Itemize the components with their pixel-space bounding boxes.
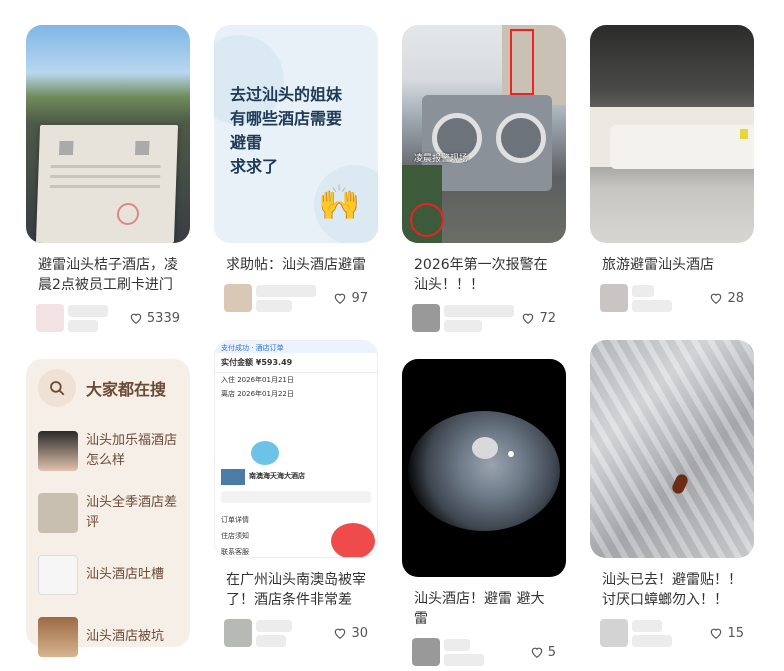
- sticker-icon: [251, 441, 279, 465]
- search-item-text[interactable]: 汕头全季酒店差评: [86, 493, 178, 533]
- note-title[interactable]: 旅游避雷汕头酒店: [590, 255, 754, 275]
- heart-icon: [335, 628, 346, 639]
- note-cover-image[interactable]: 去过汕头的姐妹 有哪些酒店需要 避雷 求求了 🙌: [214, 25, 378, 243]
- like-count: 97: [351, 290, 368, 306]
- trending-search-title: 大家都在搜: [86, 380, 167, 399]
- trending-search-item[interactable]: 汕头酒店吐槽: [26, 547, 190, 603]
- search-item-text[interactable]: 汕头酒店被坑: [86, 627, 164, 647]
- heart-icon: [130, 313, 142, 324]
- like-button[interactable]: 28: [709, 291, 744, 306]
- like-count: 30: [351, 625, 368, 641]
- note-card[interactable]: 去过汕头的姐妹 有哪些酒店需要 避雷 求求了 🙌 求助帖：汕头酒店避雷 97: [214, 25, 378, 312]
- like-button[interactable]: 30: [333, 626, 368, 641]
- screenshot-row: 住店须知: [221, 532, 249, 540]
- avatar[interactable]: [224, 619, 252, 647]
- mosaic-blur: [59, 141, 74, 155]
- heart-icon: [335, 293, 346, 304]
- author-name-blurred: [68, 304, 108, 332]
- search-item-thumbnail: [38, 555, 78, 595]
- note-cover-image[interactable]: [26, 25, 190, 243]
- avatar[interactable]: [600, 284, 628, 312]
- screenshot-checkin: 入住 2026年01月21日: [215, 372, 377, 387]
- note-title[interactable]: 在广州汕头南澳岛被宰了！酒店条件非常差: [214, 570, 378, 610]
- like-count: 15: [727, 625, 744, 641]
- author-name-blurred: [632, 284, 672, 312]
- like-button[interactable]: 15: [709, 626, 744, 641]
- author-name-blurred: [444, 304, 514, 332]
- heart-icon: [711, 293, 722, 304]
- screenshot-checkout: 离店 2026年01月22日: [221, 390, 294, 398]
- screenshot-row: 联系客服: [221, 548, 249, 556]
- note-card[interactable]: 支付成功 · 酒店订单 实付金额 ¥593.49 入住 2026年01月21日 …: [214, 340, 378, 647]
- note-cover-image[interactable]: 凌晨报警现场: [402, 25, 566, 243]
- note-meta: 28: [590, 284, 754, 312]
- like-count: 28: [727, 290, 744, 306]
- note-card[interactable]: 汕头酒店！避雷 避大雷 5: [402, 359, 566, 666]
- screenshot-status: 支付成功 · 酒店订单: [215, 341, 377, 353]
- avatar[interactable]: [36, 304, 64, 332]
- like-button[interactable]: 97: [333, 291, 368, 306]
- author-name-blurred: [256, 619, 292, 647]
- heart-icon: [523, 313, 534, 324]
- heart-icon: [711, 628, 722, 639]
- search-item-text[interactable]: 汕头加乐福酒店怎么样: [86, 431, 178, 471]
- trending-search-item[interactable]: 汕头酒店被坑: [26, 609, 190, 665]
- note-meta: 72: [402, 304, 566, 332]
- note-card[interactable]: 凌晨报警现场 2026年第一次报警在汕头！！！ 72: [402, 25, 566, 332]
- screenshot-hotel: 南澳海天海大酒店: [249, 472, 305, 480]
- avatar[interactable]: [600, 619, 628, 647]
- screenshot-row: 订单详情: [221, 516, 249, 524]
- avatar[interactable]: [224, 284, 252, 312]
- note-title[interactable]: 汕头酒店！避雷 避大雷: [402, 589, 566, 629]
- note-meta: 5339: [26, 304, 190, 332]
- note-meta: 5: [402, 638, 566, 666]
- like-count: 5339: [146, 310, 180, 326]
- note-card[interactable]: 汕头已去！避雷贴！！讨厌口蟑螂勿入！！ 15: [590, 340, 754, 647]
- trending-search-header: 大家都在搜: [26, 359, 190, 417]
- like-button[interactable]: 5339: [129, 311, 180, 326]
- author-name-blurred: [256, 284, 316, 312]
- mosaic-blur: [135, 141, 150, 155]
- sticker-icon: [331, 523, 375, 557]
- note-meta: 15: [590, 619, 754, 647]
- author-name-blurred: [632, 619, 672, 647]
- note-cover-image[interactable]: [590, 25, 754, 243]
- search-icon: [38, 369, 76, 407]
- note-cover-image[interactable]: [590, 340, 754, 558]
- raised-hands-icon: 🙌: [318, 183, 361, 223]
- note-card[interactable]: 避雷汕头桔子酒店，凌晨2点被员工刷卡进门 5339: [26, 25, 190, 332]
- search-item-thumbnail: [38, 493, 78, 533]
- search-item-thumbnail: [38, 617, 78, 657]
- like-count: 5: [547, 644, 556, 660]
- like-button[interactable]: 72: [521, 311, 556, 326]
- cover-text: 去过汕头的姐妹 有哪些酒店需要 避雷 求求了: [230, 85, 343, 176]
- note-title[interactable]: 2026年第一次报警在汕头！！！: [402, 255, 566, 295]
- search-item-text[interactable]: 汕头酒店吐槽: [86, 565, 164, 585]
- note-meta: 97: [214, 284, 378, 312]
- note-card[interactable]: 旅游避雷汕头酒店 28: [590, 25, 754, 312]
- author-name-blurred: [444, 638, 484, 666]
- cover-caption: 凌晨报警现场: [414, 154, 469, 164]
- trending-search-item[interactable]: 汕头加乐福酒店怎么样: [26, 423, 190, 479]
- document-image: [35, 125, 179, 243]
- trending-search-item[interactable]: 汕头全季酒店差评: [26, 485, 190, 541]
- note-cover-image[interactable]: [402, 359, 566, 577]
- heart-icon: [531, 647, 542, 658]
- search-item-thumbnail: [38, 431, 78, 471]
- note-title[interactable]: 避雷汕头桔子酒店，凌晨2点被员工刷卡进门: [26, 255, 190, 295]
- note-cover-image[interactable]: 支付成功 · 酒店订单 实付金额 ¥593.49 入住 2026年01月21日 …: [214, 340, 378, 558]
- note-meta: 30: [214, 619, 378, 647]
- like-count: 72: [539, 310, 556, 326]
- note-title[interactable]: 汕头已去！避雷贴！！讨厌口蟑螂勿入！！: [590, 570, 754, 610]
- trending-search-panel: 大家都在搜 汕头加乐福酒店怎么样 汕头全季酒店差评 汕头酒店吐槽 汕头酒店被坑: [26, 359, 190, 657]
- avatar[interactable]: [412, 638, 440, 666]
- avatar[interactable]: [412, 304, 440, 332]
- screenshot-amount: 实付金额 ¥593.49: [221, 358, 293, 367]
- note-title[interactable]: 求助帖：汕头酒店避雷: [214, 255, 378, 275]
- like-button[interactable]: 5: [530, 645, 556, 660]
